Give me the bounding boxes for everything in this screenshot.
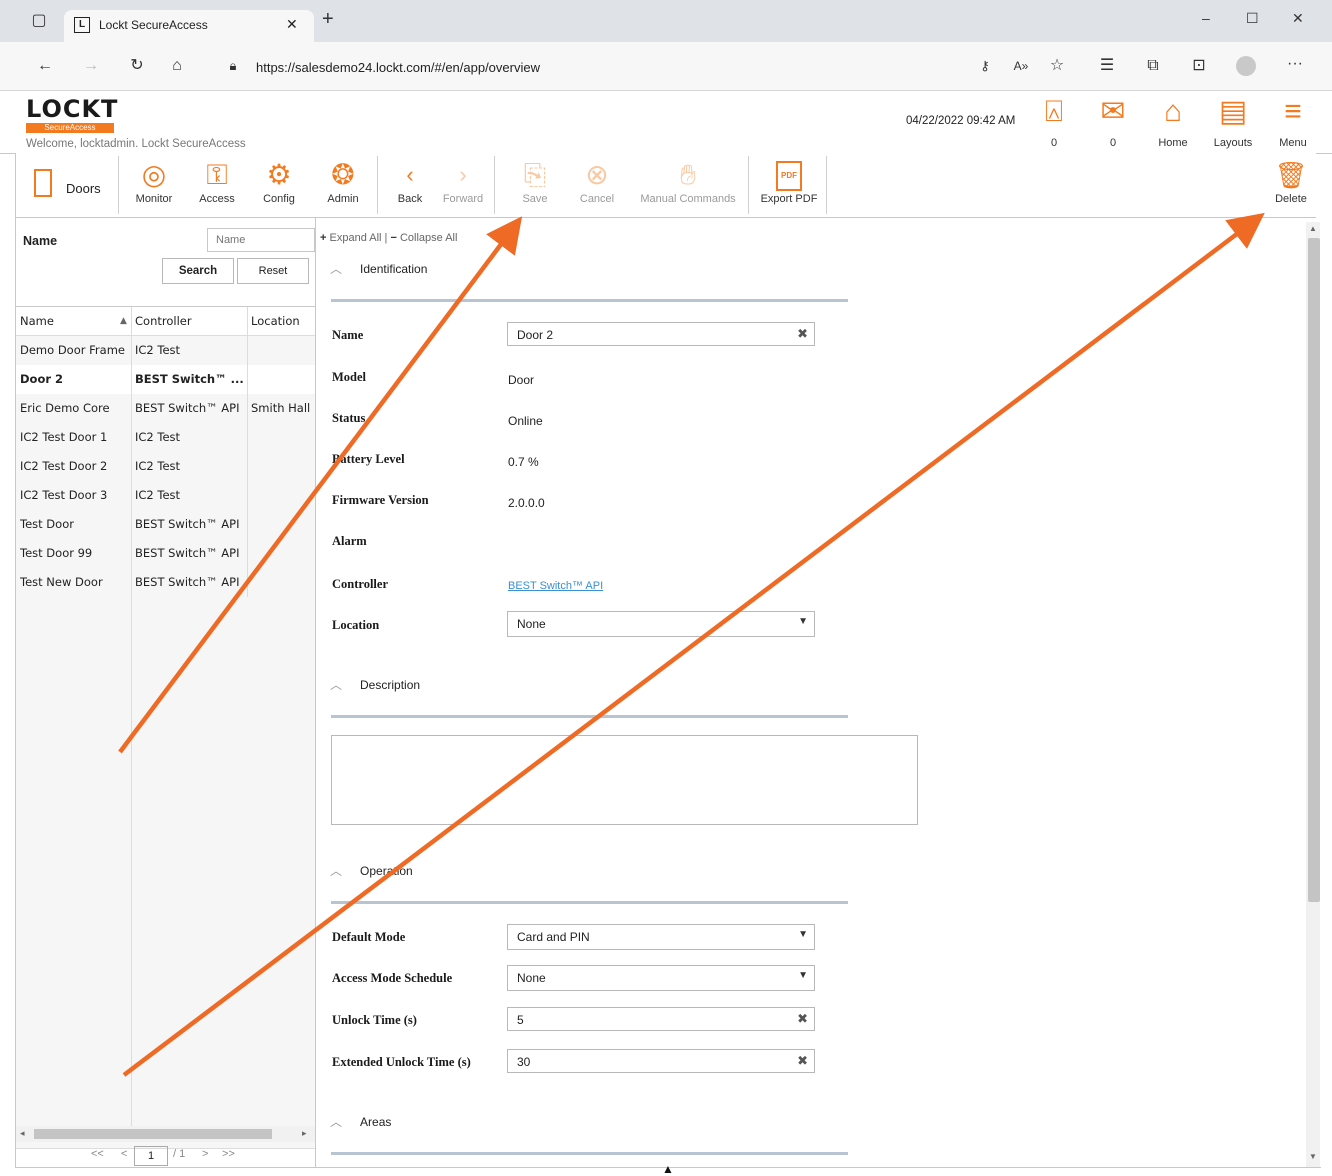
arrow-to-save [118, 216, 523, 754]
arrow-to-delete [122, 212, 1265, 1077]
annotation-arrows [118, 212, 1265, 1077]
